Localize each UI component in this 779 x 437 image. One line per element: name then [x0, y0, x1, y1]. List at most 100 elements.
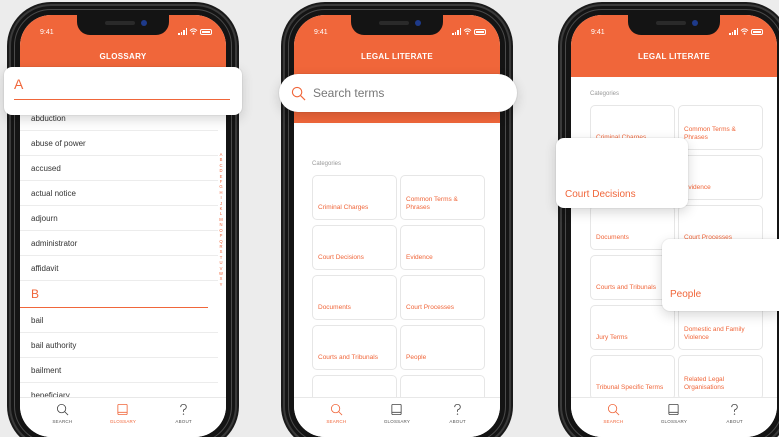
search-icon [330, 403, 343, 416]
category-tile[interactable]: Court Processes [400, 275, 485, 320]
tile-label: Court Processes [406, 304, 455, 311]
notch [77, 15, 169, 35]
category-tile[interactable]: Criminal Charges [312, 175, 397, 220]
list-item[interactable]: bailment [20, 358, 218, 383]
tile-label: Domestic and Family Violence [684, 326, 745, 341]
book-icon [391, 403, 403, 416]
category-tile[interactable]: Courts and Tribunals [312, 325, 397, 370]
tab-label: GLOSSARY [109, 419, 137, 424]
category-tile[interactable]: Evidence [678, 155, 763, 200]
tab-search[interactable]: SEARCH [588, 398, 638, 437]
list-item[interactable]: administrator [20, 231, 218, 256]
book-icon [668, 403, 680, 416]
tile-label: Common Terms & Phrases [406, 196, 458, 211]
alphabet-index[interactable]: ABCDEFGHIJKLMNOPQRSTUVWXY [219, 152, 223, 287]
tile-label: Common Terms & Phrases [684, 126, 736, 141]
notch [628, 15, 720, 35]
section-header-card: A [4, 67, 242, 115]
list-item[interactable]: affidavit [20, 256, 218, 281]
tab-label: ABOUT [726, 419, 743, 424]
wifi-icon [463, 28, 472, 35]
categories-screen: 9:41 LEGAL LITERATE Categories Criminal … [571, 15, 777, 437]
battery-icon [751, 28, 763, 35]
search-icon [291, 86, 306, 101]
category-card-court-decisions[interactable]: Court Decisions [556, 138, 688, 208]
divider [14, 99, 230, 100]
tile-label: Evidence [684, 184, 711, 191]
categories-label: Categories [590, 91, 620, 97]
tile-label: Documents [596, 234, 629, 241]
tab-about[interactable]: ABOUT [433, 398, 483, 437]
wifi-icon [189, 28, 198, 35]
list-item[interactable]: bail authority [20, 333, 218, 358]
tile-label: Jury Terms [596, 334, 628, 341]
section-letter-b: B [20, 281, 208, 308]
tile-label: Courts and Tribunals [596, 284, 656, 291]
question-icon [731, 403, 738, 415]
signal-icon [729, 28, 738, 35]
list-item[interactable]: abuse of power [20, 131, 218, 156]
tab-glossary[interactable]: GLOSSARY [372, 398, 422, 437]
tile-label: Court Decisions [318, 254, 364, 261]
alphabet-letter[interactable]: Y [220, 282, 223, 287]
tile-label: Tribunal Specific Terms [596, 384, 664, 391]
tab-glossary[interactable]: GLOSSARY [649, 398, 699, 437]
wifi-icon [740, 28, 749, 35]
card-label: People [670, 289, 702, 300]
page-title: LEGAL LITERATE [638, 52, 710, 61]
battery-icon [200, 28, 212, 35]
tab-label: SEARCH [603, 419, 624, 424]
list-item[interactable]: bail [20, 308, 218, 333]
tab-label: SEARCH [52, 419, 73, 424]
category-tile[interactable]: Evidence [400, 225, 485, 270]
category-tile[interactable]: Documents [312, 275, 397, 320]
tab-about[interactable]: ABOUT [710, 398, 760, 437]
tab-bar: SEARCH GLOSSARY ABOUT [294, 397, 500, 437]
glossary-list: abduction abuse of power accused actual … [20, 106, 218, 408]
signal-icon [452, 28, 461, 35]
category-tile[interactable]: Domestic and Family Violence [678, 305, 763, 350]
tab-label: GLOSSARY [383, 419, 411, 424]
tile-label: Courts and Tribunals [318, 354, 378, 361]
question-icon [180, 403, 187, 415]
search-bar[interactable]: Search terms [279, 74, 517, 112]
category-tile[interactable]: Tribunal Specific Terms [590, 355, 675, 400]
tab-search[interactable]: SEARCH [311, 398, 361, 437]
tab-bar: SEARCH GLOSSARY ABOUT [20, 397, 226, 437]
category-tile[interactable]: Common Terms & Phrases [400, 175, 485, 220]
category-tile[interactable]: Court Decisions [312, 225, 397, 270]
tab-search[interactable]: SEARCH [37, 398, 87, 437]
search-icon [56, 403, 69, 416]
list-item[interactable]: actual notice [20, 181, 218, 206]
page-title: LEGAL LITERATE [361, 52, 433, 61]
list-item[interactable]: adjourn [20, 206, 218, 231]
phone-search: 9:41 LEGAL LITERATE Categories Criminal … [285, 6, 509, 437]
tab-label: ABOUT [449, 419, 466, 424]
tab-about[interactable]: ABOUT [159, 398, 209, 437]
status-time: 9:41 [591, 29, 605, 36]
category-tile[interactable]: Related Legal Organisations [678, 355, 763, 400]
status-time: 9:41 [40, 29, 54, 36]
tab-bar: SEARCH GLOSSARY ABOUT [571, 397, 777, 437]
category-card-people[interactable]: People [662, 239, 779, 311]
category-tile[interactable]: Common Terms & Phrases [678, 105, 763, 150]
categories-label: Categories [312, 161, 342, 167]
tab-glossary[interactable]: GLOSSARY [98, 398, 148, 437]
section-letter-a: A [14, 76, 24, 92]
card-label: Court Decisions [565, 189, 636, 200]
category-tile[interactable]: People [400, 325, 485, 370]
battery-icon [474, 28, 486, 35]
search-input[interactable]: Search terms [313, 86, 384, 100]
question-icon [454, 403, 461, 415]
book-icon [117, 403, 129, 416]
tile-label: Evidence [406, 254, 433, 261]
signal-icon [178, 28, 187, 35]
category-tile[interactable]: Jury Terms [590, 305, 675, 350]
tile-label: Criminal Charges [318, 204, 369, 211]
status-time: 9:41 [314, 29, 328, 36]
list-item[interactable]: accused [20, 156, 218, 181]
tab-label: SEARCH [326, 419, 347, 424]
tab-label: ABOUT [175, 419, 192, 424]
tile-label: People [406, 354, 427, 361]
notch [351, 15, 443, 35]
